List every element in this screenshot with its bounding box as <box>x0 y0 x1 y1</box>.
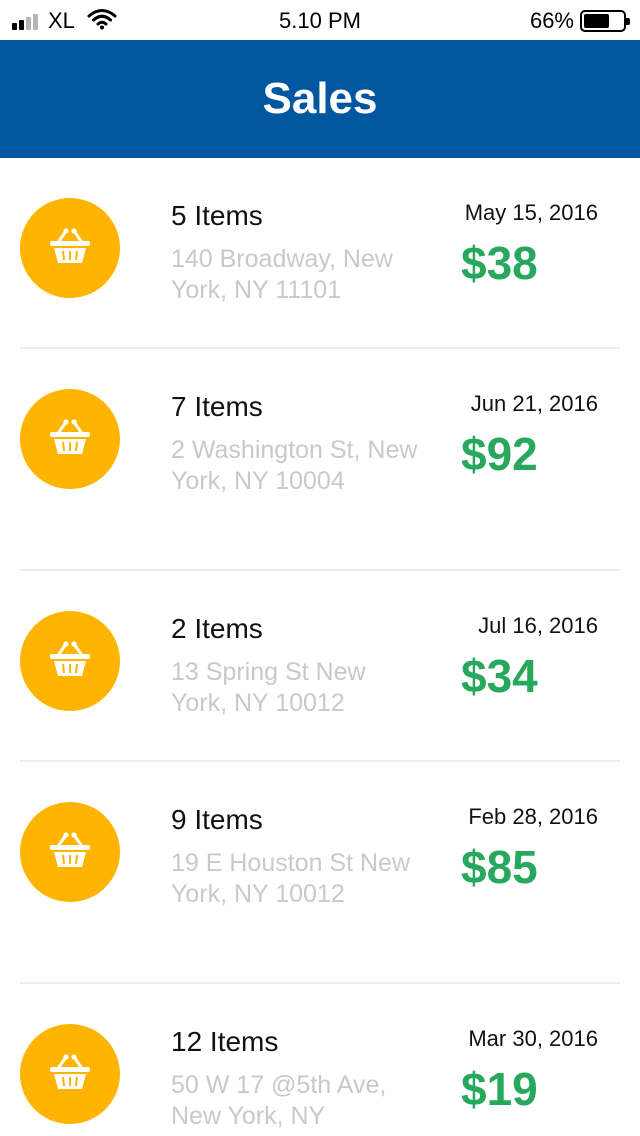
basket-icon-circle <box>20 1024 120 1124</box>
page-title: Sales <box>262 74 378 123</box>
sale-amount: $38 <box>461 237 538 289</box>
basket-icon-circle <box>20 389 120 489</box>
status-right: 66% <box>529 8 630 34</box>
sales-list: 5 Items 140 Broadway, New York, NY 11101… <box>0 158 640 1136</box>
basket-icon-circle <box>20 802 120 902</box>
sale-date: May 15, 2016 <box>464 200 598 225</box>
basket-icon-circle <box>20 198 120 298</box>
basket-icon <box>47 227 93 270</box>
list-item[interactable]: 7 Items 2 Washington St, New York, NY 10… <box>0 349 640 571</box>
sale-amount: $85 <box>461 841 538 893</box>
list-item[interactable]: 5 Items 140 Broadway, New York, NY 11101… <box>0 158 640 349</box>
item-count: 12 Items <box>171 1026 279 1057</box>
basket-icon <box>47 418 93 461</box>
basket-icon <box>47 1053 93 1096</box>
sale-address: 13 Spring St New York, NY 10012 <box>171 658 366 717</box>
sale-address: 2 Washington St, New York, NY 10004 <box>171 436 418 495</box>
battery-icon <box>580 10 630 32</box>
item-count: 2 Items <box>171 613 263 644</box>
sale-amount: $19 <box>461 1063 538 1115</box>
battery-fill <box>584 14 609 28</box>
nav-header: Sales <box>0 40 640 158</box>
item-count: 7 Items <box>171 391 263 422</box>
item-count: 5 Items <box>171 200 263 231</box>
list-item[interactable]: 2 Items 13 Spring St New York, NY 10012 … <box>0 571 640 762</box>
battery-percent: 66% <box>529 8 574 33</box>
sale-date: Jun 21, 2016 <box>470 391 598 416</box>
status-bar: XL 5.10 PM 66% <box>0 0 640 40</box>
sale-date: Jul 16, 2016 <box>478 613 598 638</box>
item-count: 9 Items <box>171 804 263 835</box>
sale-date: Mar 30, 2016 <box>468 1026 598 1051</box>
basket-icon-circle <box>20 611 120 711</box>
sale-address: 19 E Houston St New York, NY 10012 <box>171 849 411 908</box>
basket-icon <box>47 640 93 683</box>
sale-amount: $92 <box>461 428 538 480</box>
list-item[interactable]: 9 Items 19 E Houston St New York, NY 100… <box>0 762 640 984</box>
sale-address: 50 W 17 @5th Ave, New York, NY <box>171 1071 387 1130</box>
basket-icon <box>47 831 93 874</box>
sale-address: 140 Broadway, New York, NY 11101 <box>171 245 393 304</box>
sale-date: Feb 28, 2016 <box>468 804 598 829</box>
sale-amount: $34 <box>461 650 538 702</box>
list-item[interactable]: 12 Items 50 W 17 @5th Ave, New York, NY … <box>0 984 640 1136</box>
battery-tip <box>626 18 630 25</box>
